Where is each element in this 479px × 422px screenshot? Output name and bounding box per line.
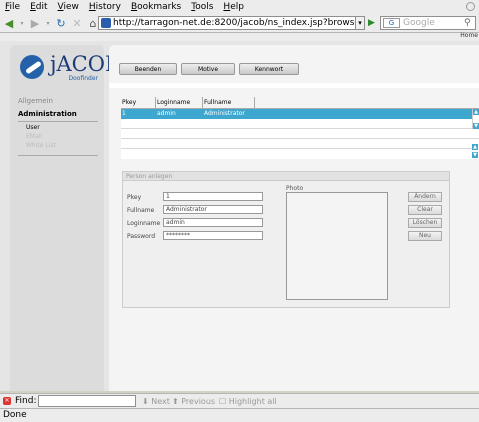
find-previous-button[interactable]: ⬆ Previous [172, 397, 215, 406]
main-panel: Beenden Motive Kennwort Pkey Loginname F… [109, 45, 479, 391]
find-label: Find: [15, 396, 37, 406]
sidebar-item-administration[interactable]: Administration [18, 110, 98, 122]
fullname-label: Fullname [127, 207, 155, 214]
url-text: http://tarragon-net.de:8200/jacob/ns_ind… [113, 18, 365, 28]
column-header-pkey[interactable]: Pkey [121, 97, 156, 108]
menu-view[interactable]: View [53, 0, 84, 14]
sidebar-nav: Allgemein Administration User EMail Whit… [18, 97, 98, 156]
scroll-down-icon[interactable]: ▼ [472, 152, 478, 158]
table-empty-row [121, 139, 479, 149]
password-field[interactable]: ******** [163, 231, 263, 240]
bookmark-home-link[interactable]: Home [460, 32, 478, 39]
sidebar-item-allgemein[interactable]: Allgemein [18, 97, 98, 105]
form-title: Person anlegen [123, 172, 449, 181]
menu-help[interactable]: Help [218, 0, 249, 14]
find-next-label: Next [151, 397, 170, 406]
table-empty-row [121, 119, 479, 129]
column-header-loginname[interactable]: Loginname [156, 97, 203, 108]
sidebar-item-user[interactable]: User [26, 124, 98, 131]
search-engine-icon[interactable]: G [383, 18, 400, 28]
cell-pkey: 1 [122, 110, 126, 117]
menu-tools[interactable]: Tools [186, 0, 218, 14]
photo-box[interactable] [286, 192, 388, 300]
sidebar-item-white-list[interactable]: White List [26, 142, 98, 149]
highlight-all-label: Highlight all [228, 397, 277, 406]
cell-fullname: Administrator [204, 110, 245, 117]
loginname-label: Loginname [127, 220, 161, 227]
cell-loginname: admin [157, 110, 176, 117]
status-text: Done [3, 410, 27, 420]
kennwort-button[interactable]: Kennwort [239, 63, 299, 75]
menu-file[interactable]: File [0, 0, 25, 14]
forward-dropdown-icon[interactable]: ▾ [44, 16, 52, 30]
scroll-up-icon[interactable]: ▲ [473, 109, 479, 115]
table-row[interactable]: 1 admin Administrator [121, 109, 479, 119]
loeschen-button[interactable]: Löschen [408, 218, 442, 228]
close-find-icon[interactable]: ✕ [3, 397, 11, 405]
sidebar-divider [18, 155, 98, 156]
reload-icon[interactable]: ↻ [54, 16, 68, 30]
throbber-icon [466, 2, 475, 11]
sidebar-item-email[interactable]: EMail [26, 133, 98, 140]
go-icon[interactable]: ▶ [368, 17, 378, 29]
search-icon[interactable]: ⚲ [464, 17, 474, 29]
forward-icon[interactable]: ▶ [28, 16, 42, 30]
find-input[interactable] [38, 395, 136, 407]
highlight-all-checkbox[interactable]: ☐ Highlight all [219, 397, 277, 406]
password-label: Password [127, 233, 156, 240]
photo-label: Photo [286, 185, 304, 192]
motive-button[interactable]: Motive [181, 63, 235, 75]
menu-edit[interactable]: Edit [25, 0, 52, 14]
navigation-toolbar: ◀ ▾ ▶ ▾ ↻ ✕ ⌂ http://tarragon-net.de:820… [0, 14, 479, 33]
pkey-field[interactable]: 1 [163, 192, 263, 201]
user-table: Pkey Loginname Fullname 1 admin Administ… [121, 97, 479, 159]
person-form: Person anlegen Pkey 1 Fullname Administr… [122, 171, 450, 308]
back-dropdown-icon[interactable]: ▾ [18, 16, 26, 30]
logo-mark-icon [20, 55, 44, 79]
find-next-button[interactable]: ⬇ Next [142, 397, 170, 406]
neu-button[interactable]: Neu [408, 231, 442, 241]
table-scrollbar[interactable]: ▲ ▼ [472, 109, 479, 129]
stop-icon[interactable]: ✕ [70, 16, 84, 30]
find-previous-label: Previous [181, 397, 216, 406]
column-header-fullname[interactable]: Fullname [203, 97, 255, 108]
table-scrollbar-lower[interactable]: ▲ ▼ [472, 144, 479, 158]
menu-history[interactable]: History [84, 0, 126, 14]
bookmarks-bar: Home [0, 32, 479, 41]
sidebar: jACOB Doofinder Allgemein Administration… [10, 45, 120, 391]
find-bar: ✕ Find: ⬇ Next ⬆ Previous ☐ Highlight al… [0, 393, 479, 408]
status-bar: Done [0, 408, 479, 422]
menu-bookmarks[interactable]: Bookmarks [126, 0, 186, 14]
pkey-label: Pkey [127, 194, 142, 201]
search-box[interactable]: G Google ⚲ [380, 16, 476, 30]
scroll-up-icon[interactable]: ▲ [472, 144, 478, 150]
table-header: Pkey Loginname Fullname [121, 97, 479, 109]
loginname-field[interactable]: admin [163, 218, 263, 227]
beenden-button[interactable]: Beenden [119, 63, 177, 75]
menu-bar: File Edit View History Bookmarks Tools H… [0, 0, 479, 14]
table-empty-row [121, 129, 479, 139]
clear-button[interactable]: Clear [408, 205, 442, 215]
browser-window: { "menu": ["File","Edit","View","History… [0, 0, 479, 422]
scroll-down-icon[interactable]: ▼ [473, 123, 479, 129]
logo-subtitle: Doofinder [68, 75, 98, 82]
search-placeholder: Google [403, 18, 435, 28]
page-content: jACOB Doofinder Allgemein Administration… [0, 41, 479, 391]
jacob-logo: jACOB Doofinder [16, 52, 120, 85]
andern-button[interactable]: Ändern [408, 192, 442, 202]
app-toolbar: Beenden Motive Kennwort [119, 63, 303, 77]
url-bar[interactable]: http://tarragon-net.de:8200/jacob/ns_ind… [98, 16, 365, 30]
site-favicon-icon [101, 18, 111, 28]
url-dropdown-icon[interactable]: ▾ [355, 17, 364, 29]
fullname-field[interactable]: Administrator [163, 205, 263, 214]
back-icon[interactable]: ◀ [2, 16, 16, 30]
toolbar-divider [109, 83, 479, 88]
